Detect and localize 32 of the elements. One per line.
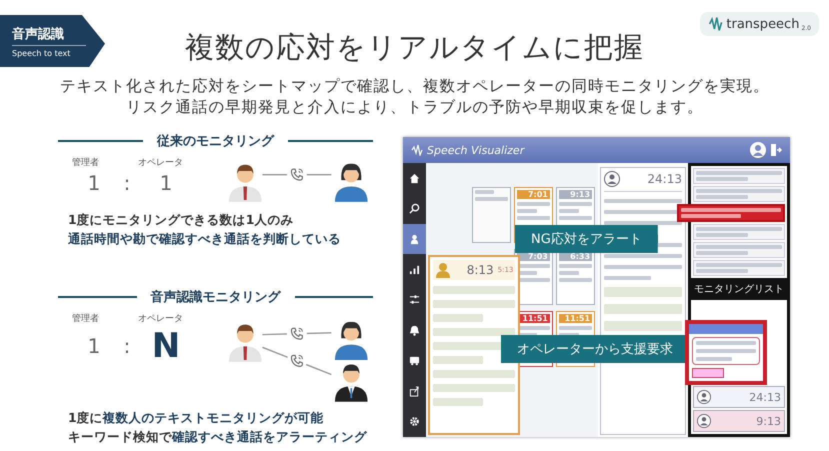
operator-count: N [150,327,182,365]
call-duration: 9:13 [756,414,781,428]
call-duration: 7:01 [516,190,550,199]
call-duration: 9:13 [558,190,592,199]
manager-count: 1 [86,334,102,358]
manager-count: 1 [86,171,102,195]
operator-label: オペレータ [138,157,184,169]
panel-title: モニタリングリスト [694,284,784,295]
call-duration: 24:13 [647,172,682,186]
logo-text: transpeech [726,16,800,32]
section-heading: 従来のモニタリング [157,133,274,150]
manager-label: 管理者 [72,312,100,325]
badge-subtitle: Speech to text [12,48,72,58]
ratio-separator: : [122,334,132,358]
slide-title: 複数の応対をリアルタイムに把握 [184,29,645,66]
call-duration: 24:13 [749,390,781,404]
note-text: 1度にモニタリングできる数は1人のみ [68,212,294,229]
note-text: 1度に複数人のテキストモニタリングが可能 [68,410,325,427]
badge-title: 音声認識 [12,24,86,46]
operator-label: オペレータ [138,313,184,325]
section-heading: 音声認識モニタリング [150,288,280,306]
manager-label: 管理者 [72,156,100,169]
ratio-separator: : [122,171,132,195]
operator-count: 1 [158,171,174,195]
callout-tooltip: NG応対をアラート [515,225,658,253]
description-text: テキスト化された応対をシートマップで確認し、複数オペレーターの同時モニタリングを実現。 [58,76,770,97]
description-text: リスク通話の早期発見と介入により、トラブルの予防や早期収束を促します。 [124,97,704,118]
call-duration: 11:51 [558,314,592,323]
product-name: Speech Visualizer [427,144,524,156]
call-duration: 8:13 [466,263,494,277]
note-text: キーワード検知で確認すべき通話をアラーティング [68,429,368,446]
note-text: 通話時間や勘で確認すべき通話を判断している [68,231,342,248]
